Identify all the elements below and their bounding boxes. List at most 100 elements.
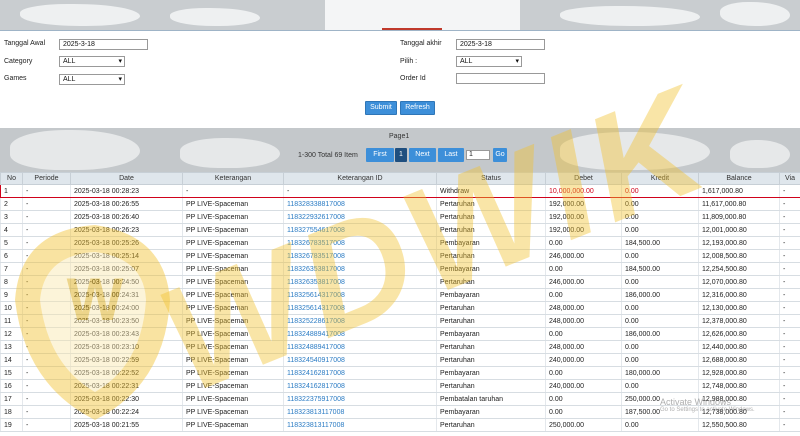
table-cell[interactable]: 118325614317008 <box>283 288 437 302</box>
table-cell: 4 <box>0 223 23 237</box>
pager-last-button[interactable]: Last <box>438 148 464 162</box>
table-cell: - <box>779 275 800 289</box>
refresh-button[interactable]: Refresh <box>400 101 435 115</box>
chevron-down-icon: ▾ <box>515 58 519 65</box>
column-header: Periode <box>22 172 71 185</box>
table-cell: 11,617,000.80 <box>698 197 780 211</box>
table-cell[interactable]: 118328338817008 <box>283 197 437 211</box>
submit-button[interactable]: Submit <box>365 101 397 115</box>
pager-page-input[interactable]: 1 <box>466 150 490 160</box>
category-select[interactable]: ALL ▾ <box>59 56 125 67</box>
table-cell: 3 <box>0 210 23 224</box>
table-cell[interactable]: 118324889417008 <box>283 327 437 341</box>
table-cell: 2025-03-18 00:25:07 <box>70 262 183 276</box>
table-cell: 0.00 <box>621 379 699 393</box>
top-map-banner <box>0 0 800 30</box>
table-cell: 12,378,000.80 <box>698 314 780 328</box>
column-header: Status <box>436 172 546 185</box>
table-row: 6-2025-03-18 00:25:14 PP LIVE-Spaceman 118… <box>0 249 800 263</box>
table-cell: - <box>22 262 71 276</box>
table-cell: 186,000.00 <box>621 288 699 302</box>
table-cell: PP LIVE-Spaceman <box>182 327 284 341</box>
table-cell: PP LIVE-Spaceman <box>182 379 284 393</box>
table-cell: 12 <box>0 327 23 341</box>
table-cell[interactable]: 118324540917008 <box>283 353 437 367</box>
pager-next-button[interactable]: Next <box>409 148 436 162</box>
games-selected: ALL <box>63 76 76 83</box>
table-cell: - <box>779 379 800 393</box>
table-row: 13-2025-03-18 00:23:10 PP LIVE-Spaceman 11… <box>0 340 800 354</box>
table-cell[interactable]: 118324162817008 <box>283 379 437 393</box>
category-selected: ALL <box>63 58 76 65</box>
pager-current-page[interactable]: 1 <box>395 148 407 162</box>
tanggal-akhir-input[interactable]: 2025-3-18 <box>456 39 545 50</box>
table-cell[interactable]: 118326783517008 <box>283 249 437 263</box>
table-cell: 192,000.00 <box>545 197 622 211</box>
table-cell: - <box>779 327 800 341</box>
table-cell: 240,000.00 <box>545 379 622 393</box>
games-select[interactable]: ALL ▾ <box>59 74 125 85</box>
table-cell[interactable]: 118325228617008 <box>283 314 437 328</box>
tanggal-awal-input[interactable]: 2025-3-18 <box>59 39 148 50</box>
table-cell: 0.00 <box>545 236 622 250</box>
table-cell: - <box>22 210 71 224</box>
table-cell: - <box>779 288 800 302</box>
table-cell: 2 <box>0 197 23 211</box>
table-cell: 2025-03-18 00:22:30 <box>70 392 183 406</box>
table-cell: 2025-03-18 00:22:59 <box>70 353 183 367</box>
table-cell: 0.00 <box>545 366 622 380</box>
table-cell[interactable]: 118322932617008 <box>283 210 437 224</box>
table-cell: 11 <box>0 314 23 328</box>
table-cell: 19 <box>0 418 23 432</box>
table-cell[interactable]: 118326353817008 <box>283 275 437 289</box>
table-cell: PP LIVE-Spaceman <box>182 301 284 315</box>
table-cell: 2025-03-18 00:24:50 <box>70 275 183 289</box>
table-cell: - <box>22 288 71 302</box>
table-cell[interactable]: 118326353817008 <box>283 262 437 276</box>
pager-go-button[interactable]: Go <box>493 148 507 162</box>
table-row: 12-2025-03-18 00:23:43 PP LIVE-Spaceman 11… <box>0 327 800 341</box>
table-cell[interactable]: 118322375917008 <box>283 392 437 406</box>
table-cell[interactable]: 118324162817008 <box>283 366 437 380</box>
table-cell: Pertaruhan <box>436 249 546 263</box>
table-cell[interactable]: 118323813117008 <box>283 418 437 432</box>
pager-first-button[interactable]: First <box>366 148 394 162</box>
table-cell: 246,000.00 <box>545 275 622 289</box>
table-cell: 12,928,000.80 <box>698 366 780 380</box>
table-cell: 12,130,000.80 <box>698 301 780 315</box>
table-cell: PP LIVE-Spaceman <box>182 288 284 302</box>
pilih-select[interactable]: ALL ▾ <box>456 56 522 67</box>
table-cell: 0.00 <box>621 301 699 315</box>
table-cell[interactable]: 118323813117008 <box>283 405 437 419</box>
chevron-down-icon: ▾ <box>118 76 122 83</box>
table-row: 10-2025-03-18 00:24:00 PP LIVE-Spaceman 11… <box>0 301 800 315</box>
table-cell: 7 <box>0 262 23 276</box>
table-cell: - <box>22 327 71 341</box>
table-cell: 2025-03-18 00:23:10 <box>70 340 183 354</box>
table-cell: - <box>22 418 71 432</box>
column-header: Keterangan <box>182 172 284 185</box>
table-cell[interactable]: 118327554617008 <box>283 223 437 237</box>
table-cell: 12,316,000.80 <box>698 288 780 302</box>
table-cell: PP LIVE-Spaceman <box>182 236 284 250</box>
table-cell: Pertaruhan <box>436 210 546 224</box>
table-cell: 0.00 <box>621 210 699 224</box>
table-cell[interactable]: 118325614317008 <box>283 301 437 315</box>
table-cell: 13 <box>0 340 23 354</box>
table-cell: 0.00 <box>621 223 699 237</box>
table-cell: - <box>22 275 71 289</box>
table-row: 19-2025-03-18 00:21:55 PP LIVE-Spaceman 11… <box>0 418 800 432</box>
table-cell: - <box>22 392 71 406</box>
table-cell[interactable]: 118326783517008 <box>283 236 437 250</box>
pilih-selected: ALL <box>460 58 473 65</box>
table-row: 3-2025-03-18 00:26:40 PP LIVE-Spaceman 118… <box>0 210 800 224</box>
table-cell: 250,000.00 <box>545 418 622 432</box>
table-cell: 11,809,000.80 <box>698 210 780 224</box>
table-cell[interactable]: 118324889417008 <box>283 340 437 354</box>
table-cell: Pertaruhan <box>436 418 546 432</box>
table-cell: PP LIVE-Spaceman <box>182 262 284 276</box>
table-cell: 6 <box>0 249 23 263</box>
table-cell: 186,000.00 <box>621 327 699 341</box>
order-id-input[interactable] <box>456 73 545 84</box>
table-cell: Pembayaran <box>436 288 546 302</box>
